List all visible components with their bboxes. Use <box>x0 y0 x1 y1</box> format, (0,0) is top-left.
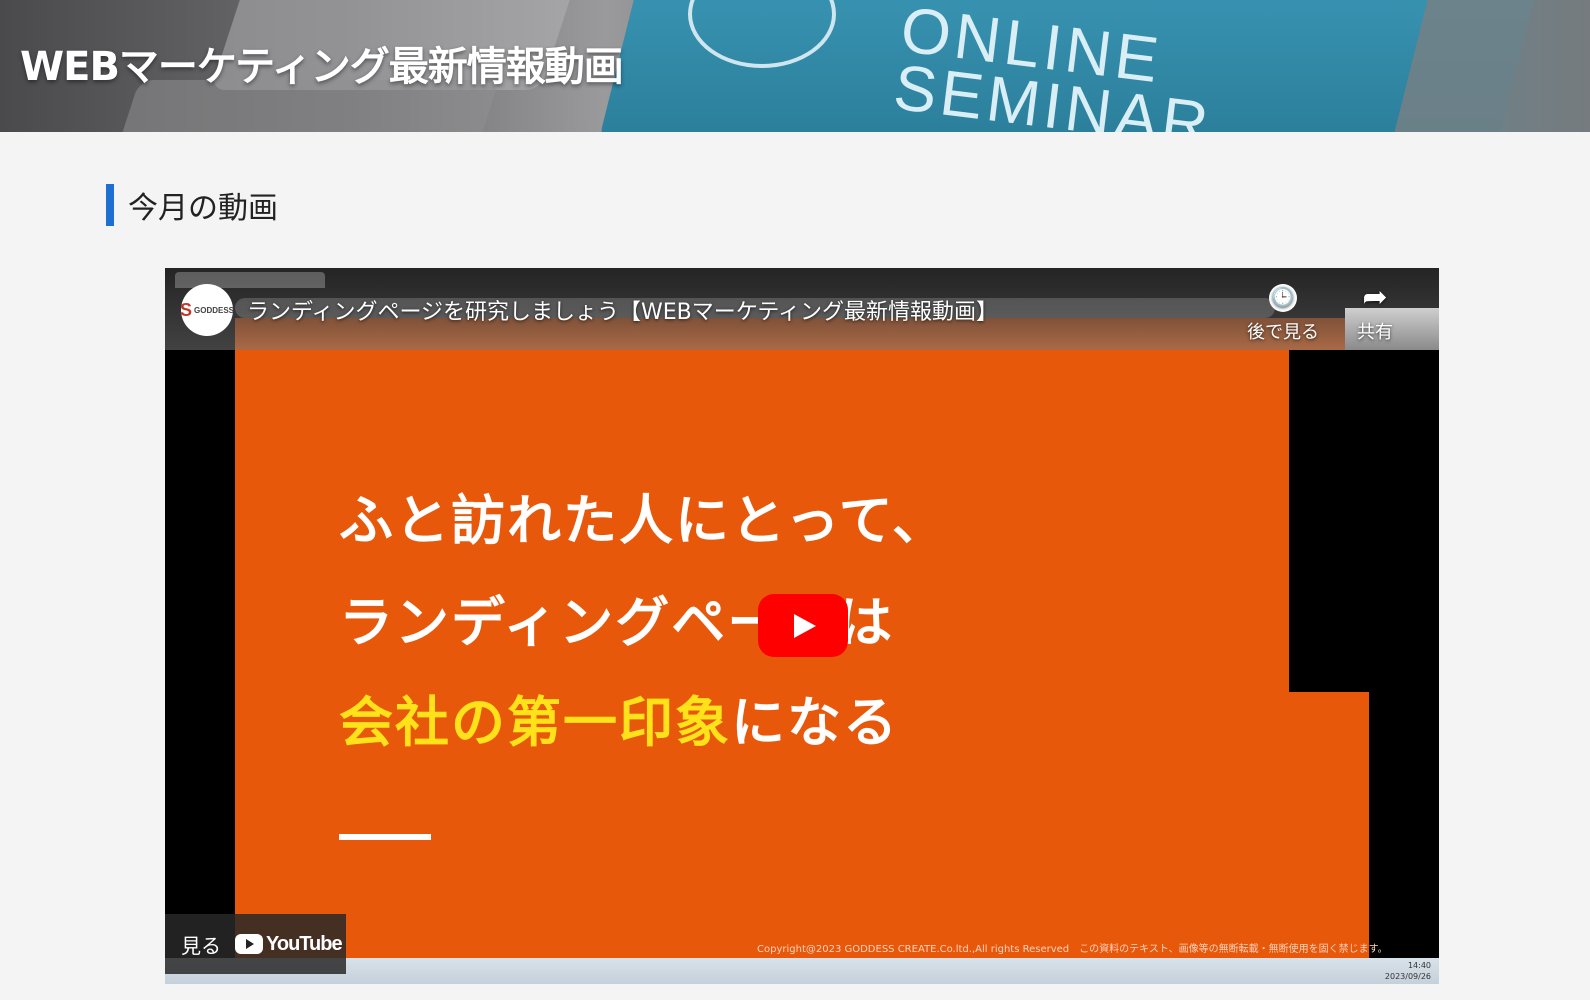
share-label: 共有 <box>1357 322 1393 343</box>
slide-text-line3: 会社の第一印象になる <box>339 678 899 757</box>
channel-logo-text: GODDESS <box>194 305 235 315</box>
slide-text-line1: ふと訪れた人にとって、 <box>339 489 948 552</box>
share-button[interactable]: ➦ 共有 <box>1335 280 1415 344</box>
play-icon <box>794 613 816 638</box>
watch-later-label: 後で見る <box>1247 322 1319 343</box>
slide-text-highlight: 会社の第一印象 <box>339 691 731 754</box>
section-heading-text: 今月の動画 <box>128 191 278 226</box>
slide-text-line3-rest: になる <box>731 691 899 754</box>
taskbar-clock: 14:40 2023/09/26 <box>1385 960 1431 982</box>
section-heading: 今月の動画 <box>106 184 278 226</box>
video-black-region <box>1289 350 1369 692</box>
clock-icon: 🕒 <box>1269 284 1297 312</box>
clock-date: 2023/09/26 <box>1384 972 1431 981</box>
clock-time: 14:40 <box>1407 961 1431 970</box>
page-title: WEBマーケティング最新情報動画 <box>20 44 624 90</box>
captured-taskbar: 14:40 2023/09/26 <box>165 958 1439 984</box>
slide-dash-line <box>339 834 431 840</box>
slide-copyright: Copyright@2023 GODDESS CREATE.Co.ltd.,Al… <box>757 944 1388 955</box>
watch-on-youtube-button[interactable]: 見る YouTube <box>165 914 346 974</box>
play-button[interactable] <box>758 594 848 657</box>
share-arrow-icon: ➦ <box>1362 280 1388 315</box>
youtube-wordmark: YouTube <box>266 932 343 955</box>
video-title-link[interactable]: ランディングページを研究しましょう【WEBマーケティング最新情報動画】 <box>247 294 998 326</box>
hero-banner: ONLINE SEMINAR WEBマーケティング最新情報動画 <box>0 0 1590 132</box>
section-accent-bar <box>106 184 114 226</box>
youtube-video-embed[interactable]: S GODDESS ランディングページを研究しましょう【WEBマーケティング最新… <box>165 268 1439 984</box>
watch-later-button[interactable]: 🕒 後で見る <box>1243 284 1323 344</box>
goddess-logo-icon: S <box>179 299 192 320</box>
youtube-play-icon <box>235 934 263 954</box>
youtube-logo: YouTube <box>235 932 343 956</box>
channel-avatar[interactable]: S GODDESS <box>179 284 235 336</box>
watch-on-label: 見る <box>181 933 221 958</box>
